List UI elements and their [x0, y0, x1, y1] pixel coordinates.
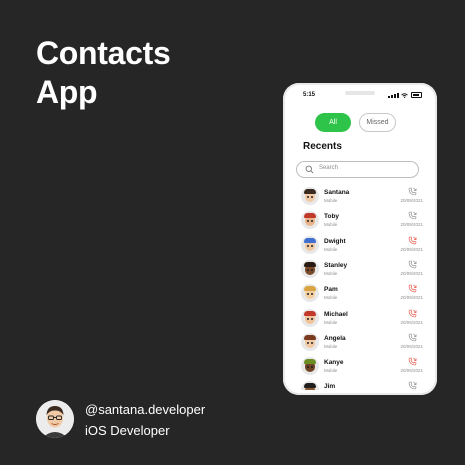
avatar-eye	[307, 268, 309, 271]
contact-avatar	[301, 211, 319, 230]
avatar-eye	[307, 341, 309, 344]
avatar-eye	[311, 244, 313, 247]
wifi-icon	[401, 92, 408, 98]
contact-name: Dwight	[324, 237, 346, 245]
contact-date: 20/09/2021	[400, 198, 423, 203]
contact-date: 20/09/2021	[400, 295, 423, 301]
avatar-eye	[307, 196, 309, 198]
missed-call-icon[interactable]	[408, 357, 417, 366]
avatar-hair	[304, 359, 316, 365]
avatar-eye	[311, 317, 313, 320]
avatar-hair	[304, 213, 316, 219]
missed-call-icon[interactable]	[408, 284, 417, 293]
developer-avatar	[36, 400, 74, 438]
contact-avatar	[301, 357, 319, 376]
avatar-hair	[304, 383, 316, 389]
missed-call-icon[interactable]	[408, 236, 417, 245]
contact-name: Stanley	[324, 261, 348, 269]
contact-name: Michael	[324, 310, 348, 318]
contact-date: 20/09/2021	[400, 343, 423, 349]
notch	[345, 91, 375, 95]
battery-icon	[411, 92, 422, 98]
contact-row[interactable]: Angela Mobile 20/09/2021	[288, 331, 432, 355]
contact-avatar	[301, 187, 319, 205]
contact-row[interactable]: Dwight Mobile 20/09/2021	[288, 234, 432, 258]
contact-avatar	[301, 235, 319, 254]
contact-row[interactable]: Kanye Mobile 20/09/2021	[288, 355, 432, 379]
avatar-hair	[304, 237, 316, 243]
avatar-eye	[307, 244, 309, 247]
call-icon[interactable]	[408, 381, 417, 390]
call-icon[interactable]	[408, 211, 417, 220]
phone-mockup: 5:15 All Missed Recents Search Santana M…	[283, 83, 437, 395]
contact-type: Mobile	[324, 295, 338, 301]
contact-avatar	[301, 259, 319, 278]
call-icon[interactable]	[408, 260, 417, 269]
contact-avatar	[301, 381, 319, 390]
avatar-eye	[311, 268, 313, 271]
contact-type: Mobile	[324, 319, 338, 325]
avatar-eye	[311, 341, 313, 344]
contact-name: Pam	[324, 286, 338, 294]
contact-name: Santana	[324, 189, 350, 196]
avatar-hair	[304, 261, 316, 267]
headline-line-2: App	[36, 74, 98, 110]
developer-memoji	[36, 400, 74, 438]
contact-row[interactable]: Santana Mobile 20/09/2021	[288, 185, 432, 209]
contact-avatar	[301, 332, 319, 351]
status-bar: 5:15	[288, 88, 432, 102]
contact-type: Mobile	[324, 368, 338, 374]
call-icon[interactable]	[408, 333, 417, 342]
contact-type: Mobile	[324, 270, 338, 276]
contact-row[interactable]: Stanley Mobile 20/09/2021	[288, 258, 432, 282]
contact-name: Toby	[324, 213, 340, 221]
avatar-eye	[311, 196, 313, 198]
contact-row[interactable]: Michael Mobile 20/09/2021	[288, 307, 432, 331]
contact-row[interactable]: Pam Mobile 20/09/2021	[288, 282, 432, 306]
developer-handle: @santana.developer	[85, 402, 206, 417]
filter-missed-button[interactable]: Missed	[359, 113, 396, 132]
avatar-hair	[304, 334, 316, 340]
page-title: Recents	[303, 141, 342, 152]
headline-line-1: Contacts	[36, 35, 171, 71]
contact-name: Kanye	[324, 359, 344, 367]
contact-date: 20/09/2021	[400, 270, 423, 276]
contact-date: 20/09/2021	[400, 246, 423, 252]
contact-date: 20/09/2021	[400, 319, 423, 325]
contact-avatar	[301, 284, 319, 303]
call-icon[interactable]	[408, 187, 417, 196]
developer-role: iOS Developer	[85, 423, 170, 438]
headline: Contacts App	[36, 34, 171, 112]
contact-row[interactable]: JimMobile20/09/2021	[288, 379, 432, 390]
status-time: 5:15	[303, 92, 316, 98]
filter-all-button[interactable]: All	[315, 113, 351, 132]
search-input[interactable]: Search	[296, 161, 419, 178]
missed-call-icon[interactable]	[408, 309, 417, 318]
status-icons	[388, 92, 422, 98]
avatar-hair	[304, 310, 316, 316]
contact-type: Mobile	[324, 246, 338, 252]
contact-type: Mobile	[324, 343, 338, 349]
contact-type: Mobile	[324, 198, 338, 203]
avatar-hair	[304, 286, 316, 292]
signal-icon	[388, 92, 399, 98]
contact-date: 20/09/2021	[400, 368, 423, 374]
phone-screen: 5:15 All Missed Recents Search Santana M…	[288, 88, 432, 390]
contact-type: Mobile	[324, 222, 338, 228]
contact-date: 20/09/2021	[400, 222, 423, 228]
contact-name: Jim	[324, 383, 336, 390]
avatar-eye	[307, 317, 309, 320]
contact-row[interactable]: Toby Mobile 20/09/2021	[288, 209, 432, 233]
avatar-hair	[304, 189, 316, 194]
contact-name: Angela	[324, 334, 346, 342]
search-placeholder: Search	[319, 165, 339, 171]
contact-avatar	[301, 308, 319, 327]
search-icon	[305, 165, 314, 174]
